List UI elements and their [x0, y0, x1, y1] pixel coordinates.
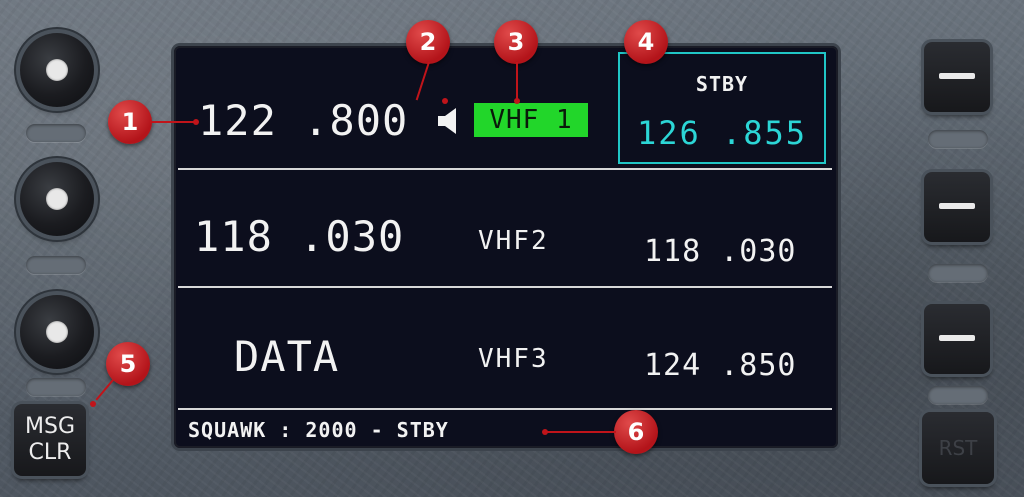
dash-icon	[939, 73, 975, 79]
row-vhf3-radio: VHF3	[478, 344, 549, 374]
knob-bottom[interactable]	[20, 295, 94, 369]
slot-indicator	[928, 386, 988, 404]
standby-title: STBY	[695, 72, 749, 96]
speaker-icon	[438, 108, 456, 134]
knob-middle[interactable]	[20, 162, 94, 236]
line-select-key-3[interactable]	[924, 304, 990, 374]
callout-leader	[150, 121, 196, 123]
line-select-key-2[interactable]	[924, 172, 990, 242]
callout-leader	[516, 62, 518, 102]
callout-leader-dot	[90, 401, 96, 407]
callout-1: 1	[108, 100, 152, 144]
row-vhf3-standby: 124 .850	[644, 348, 797, 383]
separator-line	[178, 408, 832, 410]
separator-line	[178, 286, 832, 288]
callout-4: 4	[624, 20, 668, 64]
callout-leader-dot	[193, 119, 199, 125]
msg-clr-button[interactable]: MSG CLR	[14, 404, 86, 476]
slot-indicator	[26, 124, 86, 142]
standby-frequency: 126 .855	[636, 114, 808, 152]
slot-indicator	[928, 130, 988, 148]
row-vhf2-radio: VHF2	[478, 226, 549, 256]
rst-button[interactable]: RST	[922, 412, 994, 484]
row-vhf3-left-value: DATA	[234, 332, 340, 381]
slot-indicator	[26, 378, 86, 396]
callout-leader-dot	[514, 98, 520, 104]
callout-leader-dot	[542, 429, 548, 435]
row-vhf2-standby: 118 .030	[644, 234, 797, 269]
knob-top[interactable]	[20, 33, 94, 107]
dash-icon	[939, 335, 975, 341]
msg-clr-line2: CLR	[28, 440, 72, 465]
standby-box[interactable]: STBY 126 .855	[618, 52, 826, 164]
slot-indicator	[26, 256, 86, 274]
radio-display: 122 .800 VHF 1 STBY 126 .855 118 .030 VH…	[174, 46, 838, 448]
active-radio-tag: VHF 1	[474, 103, 588, 137]
callout-leader-dot	[442, 98, 448, 104]
squawk-status: SQUAWK : 2000 - STBY	[188, 418, 449, 442]
callout-6: 6	[614, 410, 658, 454]
callout-2: 2	[406, 20, 450, 64]
callout-leader	[544, 431, 616, 433]
dash-icon	[939, 203, 975, 209]
callout-3: 3	[494, 20, 538, 64]
msg-clr-line1: MSG	[25, 414, 75, 439]
row-vhf2-left-value: 118 .030	[194, 212, 405, 261]
line-select-key-1[interactable]	[924, 42, 990, 112]
separator-line	[178, 168, 832, 170]
active-frequency: 122 .800	[198, 96, 409, 145]
slot-indicator	[928, 264, 988, 282]
